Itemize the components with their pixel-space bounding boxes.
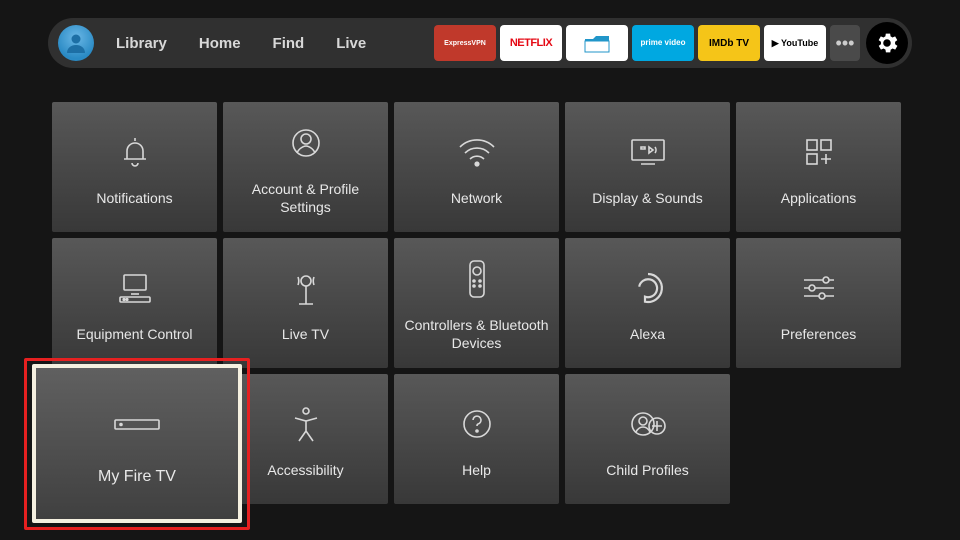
- tile-label: Preferences: [781, 325, 856, 343]
- tile-child-profiles[interactable]: Child Profiles: [565, 374, 730, 504]
- profile-avatar[interactable]: [58, 25, 94, 61]
- tile-label: My Fire TV: [98, 467, 176, 488]
- tile-preferences[interactable]: Preferences: [736, 238, 901, 368]
- accessibility-icon: [288, 399, 324, 449]
- child-profiles-icon: [627, 399, 669, 449]
- app-imdb-tv[interactable]: IMDb TV: [698, 25, 760, 61]
- tile-label: Accessibility: [267, 461, 343, 479]
- tile-equipment-control[interactable]: Equipment Control: [52, 238, 217, 368]
- sliders-icon: [798, 263, 840, 313]
- tile-live-tv[interactable]: Live TV: [223, 238, 388, 368]
- help-icon: [459, 399, 495, 449]
- app-expressvpn[interactable]: ExpressVPN: [434, 25, 496, 61]
- user-icon: [287, 118, 325, 168]
- tile-network[interactable]: Network: [394, 102, 559, 232]
- tile-label: Equipment Control: [77, 325, 193, 343]
- more-apps-button[interactable]: •••: [830, 25, 860, 61]
- tile-my-fire-tv[interactable]: My Fire TV: [32, 364, 242, 523]
- bell-icon: [116, 127, 154, 177]
- app-shortcuts: ExpressVPN NETFLIX prime video IMDb TV ▶…: [434, 22, 908, 64]
- app-prime-video[interactable]: prime video: [632, 25, 694, 61]
- alexa-icon: [629, 263, 667, 313]
- tile-label: Child Profiles: [606, 461, 688, 479]
- nav-menu: Library Home Find Live: [116, 35, 366, 52]
- nav-home[interactable]: Home: [199, 35, 241, 52]
- apps-icon: [800, 127, 838, 177]
- nav-live[interactable]: Live: [336, 35, 366, 52]
- tile-label: Help: [462, 461, 491, 479]
- tile-controllers-bluetooth[interactable]: Controllers & Bluetooth Devices: [394, 238, 559, 368]
- tile-display-sounds[interactable]: Display & Sounds: [565, 102, 730, 232]
- app-es-file-explorer[interactable]: [566, 25, 628, 61]
- gear-icon: [874, 30, 900, 56]
- nav-library[interactable]: Library: [116, 35, 167, 52]
- tile-alexa[interactable]: Alexa: [565, 238, 730, 368]
- tile-label: Controllers & Bluetooth Devices: [404, 316, 549, 352]
- tile-label: Account & Profile Settings: [233, 180, 378, 216]
- tile-label: Display & Sounds: [592, 189, 703, 207]
- tile-label: Network: [451, 189, 502, 207]
- app-youtube[interactable]: ▶ YouTube: [764, 25, 826, 61]
- top-nav-bar: Library Home Find Live ExpressVPN NETFLI…: [48, 18, 912, 68]
- equipment-icon: [114, 263, 156, 313]
- wifi-icon: [456, 127, 498, 177]
- tile-label: Notifications: [96, 189, 172, 207]
- tile-notifications[interactable]: Notifications: [52, 102, 217, 232]
- tile-help[interactable]: Help: [394, 374, 559, 504]
- app-netflix[interactable]: NETFLIX: [500, 25, 562, 61]
- nav-find[interactable]: Find: [273, 35, 305, 52]
- settings-button[interactable]: [866, 22, 908, 64]
- tile-accessibility[interactable]: Accessibility: [223, 374, 388, 504]
- display-icon: [627, 127, 669, 177]
- tile-account-profile[interactable]: Account & Profile Settings: [223, 102, 388, 232]
- tile-applications[interactable]: Applications: [736, 102, 901, 232]
- tile-label: Live TV: [282, 325, 329, 343]
- tile-label: Alexa: [630, 325, 665, 343]
- remote-icon: [465, 254, 489, 304]
- tile-label: Applications: [781, 189, 857, 207]
- fire-tv-device-icon: [112, 399, 162, 449]
- antenna-icon: [287, 263, 325, 313]
